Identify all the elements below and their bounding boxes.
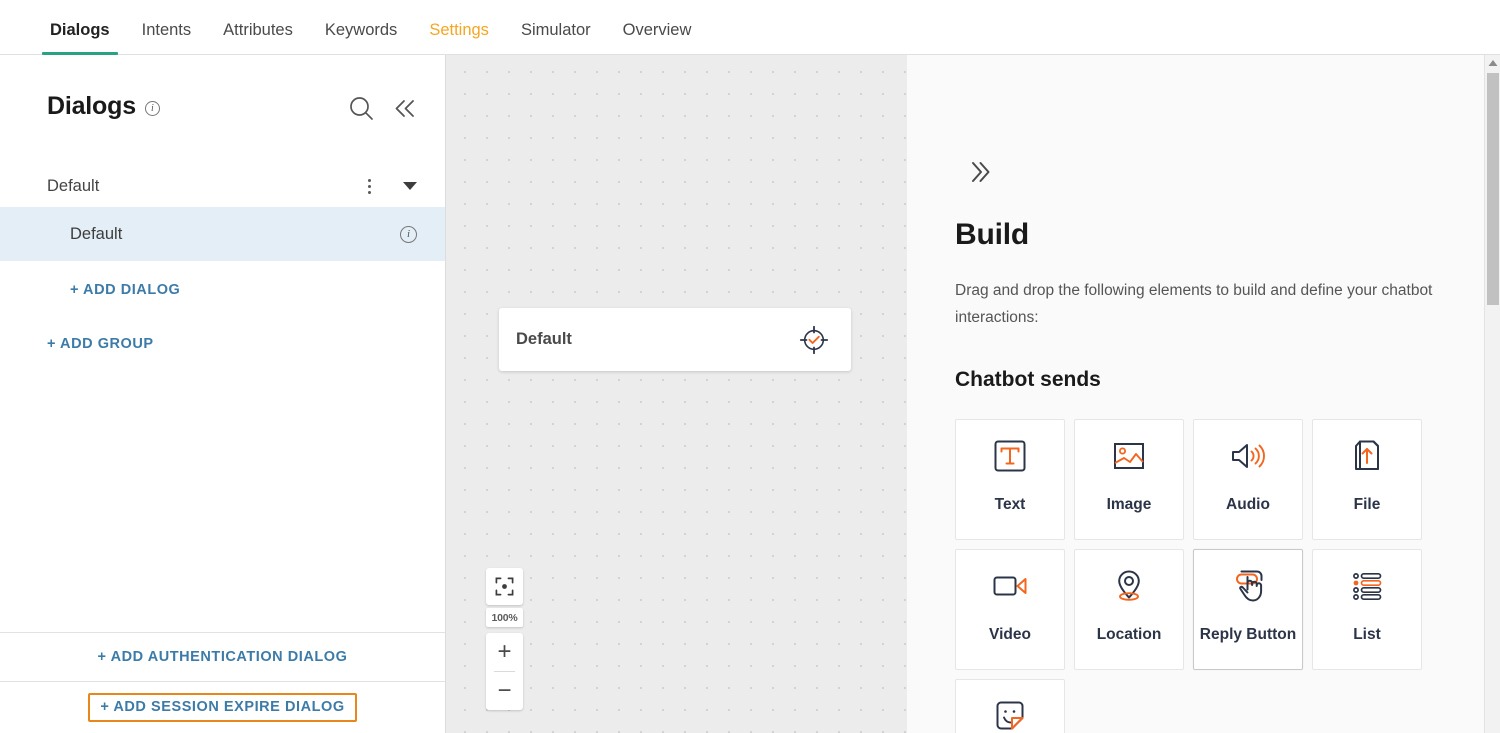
zoom-level-label: 100% — [486, 608, 523, 627]
canvas-zoom-controls: 100% + − — [486, 568, 523, 710]
image-icon — [1109, 420, 1149, 492]
dialog-group-label: Default — [47, 176, 100, 195]
zoom-in-button[interactable]: + — [486, 633, 523, 671]
top-tab-bar: Dialogs Intents Attributes Keywords Sett… — [0, 0, 1500, 55]
tab-settings-label: Settings — [429, 20, 489, 39]
canvas-node-default[interactable]: Default — [499, 308, 851, 371]
add-dialog-row: + ADD DIALOG — [0, 261, 445, 299]
canvas-node-title: Default — [516, 330, 572, 348]
page-scrollbar[interactable] — [1484, 55, 1500, 733]
chevron-double-left-icon[interactable] — [392, 96, 417, 121]
element-label: Image — [1106, 496, 1152, 513]
element-card-video[interactable]: Video — [955, 549, 1065, 670]
sticker-icon — [990, 680, 1030, 733]
tab-settings[interactable]: Settings — [413, 20, 505, 55]
element-card-image[interactable]: Image — [1074, 419, 1184, 540]
tab-simulator[interactable]: Simulator — [505, 20, 607, 55]
dialog-item-label: Default — [70, 224, 123, 243]
build-panel-title: Build — [955, 218, 1029, 251]
element-card-audio[interactable]: Audio — [1193, 419, 1303, 540]
tab-overview-label: Overview — [622, 20, 692, 39]
video-icon — [990, 550, 1030, 622]
tab-keywords[interactable]: Keywords — [309, 20, 413, 55]
search-icon[interactable] — [348, 95, 375, 122]
fit-to-screen-icon[interactable] — [486, 568, 523, 605]
list-icon — [1347, 550, 1387, 622]
tab-attributes[interactable]: Attributes — [207, 20, 309, 55]
tab-keywords-label: Keywords — [324, 20, 398, 39]
element-card-location[interactable]: Location — [1074, 549, 1184, 670]
element-card-sticker[interactable] — [955, 679, 1065, 733]
chatbot-sends-heading: Chatbot sends — [955, 368, 1101, 391]
highlight-box: + ADD SESSION EXPIRE DIALOG — [88, 693, 357, 722]
kebab-menu-icon[interactable] — [364, 176, 375, 197]
element-label: Reply Button — [1199, 626, 1297, 643]
element-card-list[interactable]: List — [1312, 549, 1422, 670]
tab-intents[interactable]: Intents — [126, 20, 208, 55]
info-icon[interactable]: i — [400, 225, 417, 243]
file-upload-icon — [1347, 420, 1387, 492]
add-authentication-dialog-row[interactable]: + ADD AUTHENTICATION DIALOG — [0, 632, 445, 681]
add-authentication-dialog-button[interactable]: + ADD AUTHENTICATION DIALOG — [98, 649, 348, 665]
dialog-group-row[interactable]: Default — [0, 165, 445, 207]
zoom-out-button[interactable]: − — [486, 672, 523, 710]
element-label: File — [1353, 496, 1381, 513]
tab-attributes-label: Attributes — [223, 20, 293, 39]
app-root: Dialogs Intents Attributes Keywords Sett… — [0, 0, 1500, 733]
zoom-in-out-group: + − — [486, 633, 523, 710]
target-check-icon[interactable] — [799, 325, 829, 355]
sidebar-bottom-actions: + ADD AUTHENTICATION DIALOG + ADD SESSIO… — [0, 632, 445, 733]
sidebar-item-default-dialog[interactable]: Default i — [0, 207, 445, 261]
reply-button-icon — [1228, 550, 1268, 622]
tab-dialogs[interactable]: Dialogs — [34, 20, 126, 55]
element-label: Video — [989, 626, 1031, 643]
chevron-double-right-icon[interactable] — [965, 158, 993, 191]
build-panel: Build Drag and drop the following elemen… — [907, 55, 1484, 733]
location-pin-icon — [1109, 550, 1149, 622]
add-group-row: + ADD GROUP — [0, 299, 445, 353]
build-panel-description: Drag and drop the following elements to … — [955, 282, 1433, 326]
scroll-up-arrow-icon[interactable] — [1485, 55, 1500, 71]
element-card-reply-button[interactable]: Reply Button — [1193, 549, 1303, 670]
element-card-text[interactable]: Text — [955, 419, 1065, 540]
info-icon[interactable]: i — [144, 100, 160, 116]
tab-simulator-label: Simulator — [520, 20, 591, 39]
tab-intents-label: Intents — [141, 20, 192, 39]
element-label: Location — [1096, 626, 1162, 643]
element-label: Text — [994, 496, 1026, 513]
add-group-button[interactable]: + ADD GROUP — [47, 336, 154, 352]
add-session-expire-dialog-row[interactable]: + ADD SESSION EXPIRE DIALOG — [0, 681, 445, 733]
element-card-file[interactable]: File — [1312, 419, 1422, 540]
audio-icon — [1228, 420, 1268, 492]
dialogs-sidebar: Dialogs i Default Default i + ADD DIALOG… — [0, 55, 446, 733]
dialog-canvas[interactable]: Default 100% + − — [446, 55, 907, 733]
add-dialog-button[interactable]: + ADD DIALOG — [70, 282, 180, 298]
tab-dialogs-label: Dialogs — [50, 20, 110, 39]
add-session-expire-dialog-button[interactable]: + ADD SESSION EXPIRE DIALOG — [100, 699, 344, 715]
dialog-group-actions — [364, 176, 417, 197]
tab-overview[interactable]: Overview — [607, 20, 708, 55]
sidebar-header: Dialogs i — [0, 55, 445, 127]
scroll-thumb[interactable] — [1487, 73, 1499, 305]
text-icon — [990, 420, 1030, 492]
sidebar-header-actions — [348, 95, 417, 122]
caret-down-icon[interactable] — [403, 182, 417, 190]
element-grid: Text Image Audio File Video Location Rep… — [955, 419, 1475, 733]
element-label: List — [1353, 626, 1381, 643]
element-label: Audio — [1226, 496, 1270, 513]
page-title: Dialogs — [47, 91, 136, 120]
